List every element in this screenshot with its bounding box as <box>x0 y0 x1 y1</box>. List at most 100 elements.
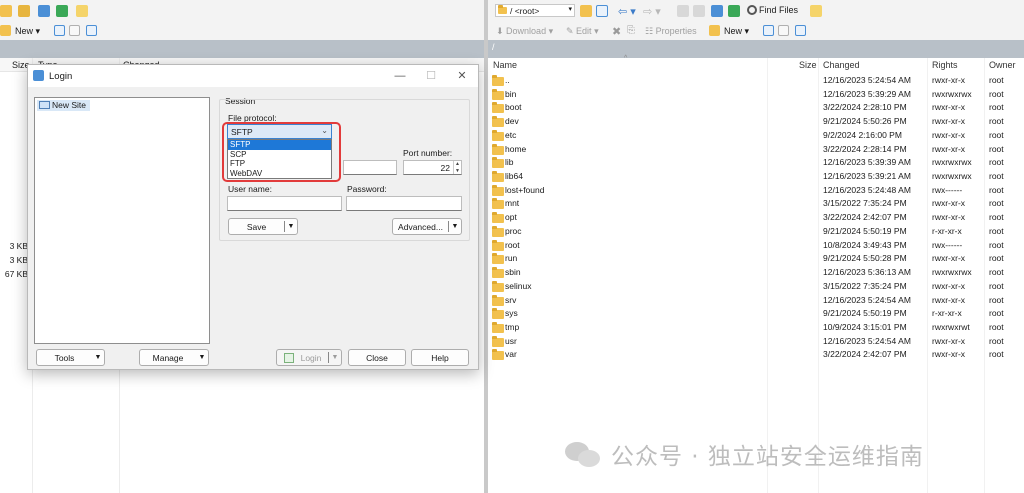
home-icon[interactable] <box>711 5 723 17</box>
new-button[interactable]: New ▾ <box>724 26 749 37</box>
file-row[interactable]: lib 12/16/2023 5:39:39 AM rwxrwxrwx root <box>488 156 1024 170</box>
delete-icon[interactable]: ✖ <box>612 25 621 38</box>
file-owner: root <box>989 225 1004 236</box>
folder-icon <box>492 280 504 292</box>
sync-browse-icon[interactable] <box>76 5 88 17</box>
back-button[interactable]: ⇦ ▾ <box>618 5 636 18</box>
file-row[interactable]: selinux 3/15/2022 7:35:24 PM rwxr-xr-x root <box>488 280 1024 294</box>
file-changed: 12/16/2023 5:24:54 AM <box>823 75 911 85</box>
filter-icon[interactable] <box>86 25 97 36</box>
col-owner[interactable]: Owner <box>989 60 1016 70</box>
file-row[interactable]: root 10/8/2024 3:49:43 PM rwx------ root <box>488 239 1024 253</box>
site-tree[interactable]: New Site <box>34 97 210 344</box>
file-row[interactable]: proc 9/21/2024 5:50:19 PM r-xr-xr-x root <box>488 225 1024 239</box>
file-row[interactable]: srv 12/16/2023 5:24:54 AM rwxr-xr-x root <box>488 294 1024 308</box>
file-row[interactable]: sys 9/21/2024 5:50:19 PM r-xr-xr-x root <box>488 307 1024 321</box>
open-folder-icon[interactable] <box>580 5 592 17</box>
folder-icon <box>492 267 504 279</box>
sync-browse-icon[interactable] <box>810 5 822 17</box>
file-row[interactable]: .. 12/16/2023 5:24:54 AM rwxr-xr-x root <box>488 74 1024 88</box>
tools-button[interactable]: Tools ▼ <box>36 349 105 366</box>
help-button[interactable]: Help <box>411 349 469 366</box>
port-spinner[interactable]: ▲ ▼ <box>453 161 461 174</box>
new-button[interactable]: New ▾ <box>15 26 40 37</box>
file-row[interactable]: mnt 3/15/2022 7:35:24 PM rwxr-xr-x root <box>488 197 1024 211</box>
manage-button[interactable]: Manage ▼ <box>139 349 209 366</box>
filter-icon[interactable] <box>795 25 806 36</box>
file-name: srv <box>505 294 517 305</box>
file-row[interactable]: dev 9/21/2024 5:50:26 PM rwxr-xr-x root <box>488 115 1024 129</box>
col-name[interactable]: Name <box>493 60 517 70</box>
file-rights: rwxrwxrwx <box>932 267 972 278</box>
dialog-titlebar[interactable]: Login — ☐ ✕ <box>28 65 478 87</box>
find-files-button[interactable]: Find Files <box>747 5 798 15</box>
file-rights: rwxr-xr-x <box>932 253 966 264</box>
login-icon <box>284 352 294 363</box>
file-row[interactable]: run 9/21/2024 5:50:28 PM rwxr-xr-x root <box>488 252 1024 266</box>
user-name-field[interactable] <box>227 196 342 211</box>
login-button[interactable]: Login ▼ <box>276 349 342 366</box>
parent-dir-icon[interactable] <box>18 5 30 17</box>
filter-icon[interactable] <box>596 5 608 17</box>
file-name: lost+found <box>505 184 545 195</box>
refresh-icon[interactable] <box>728 5 740 17</box>
root-dir-icon[interactable] <box>693 5 705 17</box>
rename-icon[interactable]: ⎘ <box>627 25 635 36</box>
file-row[interactable]: usr 12/16/2023 5:24:54 AM rwxr-xr-x root <box>488 335 1024 349</box>
remote-path-combo[interactable]: / <root> ▾ <box>495 4 575 17</box>
port-field[interactable]: 22 ▲ ▼ <box>403 160 462 175</box>
file-rights: rwx------ <box>932 239 963 250</box>
advanced-button[interactable]: Advanced... ▼ <box>392 218 462 235</box>
file-name: home <box>505 143 527 154</box>
file-owner: root <box>989 267 1004 278</box>
file-row[interactable]: etc 9/2/2024 2:16:00 PM rwxr-xr-x root <box>488 129 1024 143</box>
file-row[interactable]: tmp 10/9/2024 3:15:01 PM rwxrwxrwt root <box>488 321 1024 335</box>
file-name: root <box>505 239 520 250</box>
unselect-icon[interactable] <box>69 25 80 36</box>
dialog-title: Login <box>49 71 73 82</box>
file-rights: r-xr-xr-x <box>932 308 962 319</box>
folder-icon <box>492 143 504 155</box>
close-button[interactable]: Close <box>348 349 406 366</box>
file-row[interactable]: sbin 12/16/2023 5:36:13 AM rwxrwxrwx root <box>488 266 1024 280</box>
file-row[interactable]: bin 12/16/2023 5:39:29 AM rwxrwxrwx root <box>488 88 1024 102</box>
new-icon[interactable] <box>0 25 11 36</box>
home-icon[interactable] <box>38 5 50 17</box>
new-icon[interactable] <box>709 25 720 36</box>
file-changed: 10/8/2024 3:49:43 PM <box>823 239 907 250</box>
close-icon[interactable]: ✕ <box>447 67 477 85</box>
file-row[interactable]: home 3/22/2024 2:28:14 PM rwxr-xr-x root <box>488 143 1024 157</box>
app-icon <box>33 70 44 81</box>
file-owner: root <box>989 280 1004 291</box>
parent-dir-icon[interactable] <box>677 5 689 17</box>
unselect-icon[interactable] <box>778 25 789 36</box>
site-item-new-site[interactable]: New Site <box>37 100 91 111</box>
refresh-icon[interactable] <box>56 5 68 17</box>
open-folder-icon[interactable] <box>0 5 12 17</box>
select-icon[interactable] <box>54 25 65 36</box>
password-field[interactable] <box>346 196 462 211</box>
download-button[interactable]: ⬇ Download ▾ <box>496 26 553 37</box>
file-rights: rwxr-xr-x <box>932 335 966 346</box>
file-row[interactable]: boot 3/22/2024 2:28:10 PM rwxr-xr-x root <box>488 101 1024 115</box>
file-row[interactable]: var 3/22/2024 2:42:07 PM rwxr-xr-x root <box>488 348 1024 362</box>
host-name-field[interactable] <box>343 160 397 175</box>
maximize-button[interactable]: ☐ <box>416 67 446 85</box>
forward-button[interactable]: ⇨ ▾ <box>643 5 661 18</box>
file-row[interactable]: opt 3/22/2024 2:42:07 PM rwxr-xr-x root <box>488 211 1024 225</box>
file-row[interactable]: lib64 12/16/2023 5:39:21 AM rwxrwxrwx root <box>488 170 1024 184</box>
properties-button[interactable]: ☷ Properties <box>645 26 697 37</box>
col-changed[interactable]: Changed <box>823 60 860 70</box>
col-rights[interactable]: Rights <box>932 60 958 70</box>
save-button[interactable]: Save ▼ <box>228 218 298 235</box>
file-row[interactable]: lost+found 12/16/2023 5:24:48 AM rwx------… <box>488 184 1024 198</box>
minimize-button[interactable]: — <box>385 67 415 85</box>
file-rights: rwxrwxrwx <box>932 157 972 168</box>
edit-button[interactable]: ✎ Edit ▾ <box>566 26 599 37</box>
col-size[interactable]: Size <box>799 60 817 70</box>
file-name: proc <box>505 225 522 236</box>
file-changed: 3/22/2024 2:42:07 PM <box>823 212 907 223</box>
user-name-label: User name: <box>228 184 272 194</box>
select-icon[interactable] <box>763 25 774 36</box>
folder-icon <box>492 308 504 320</box>
